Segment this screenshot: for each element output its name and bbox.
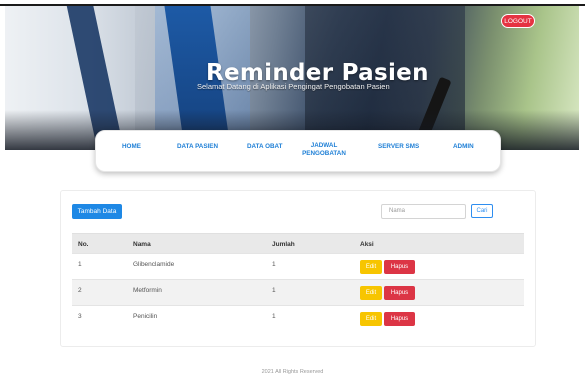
delete-button[interactable]: Hapus <box>384 260 415 274</box>
row-jumlah: 1 <box>272 313 276 320</box>
nav-data-obat[interactable]: DATA OBAT <box>247 143 282 151</box>
nav-admin[interactable]: ADMIN <box>453 143 474 151</box>
edit-button[interactable]: Edit <box>360 312 382 326</box>
nav-jadwal-pengobatan[interactable]: JADWAL PENGOBATAN <box>294 142 354 158</box>
table-header: No. Nama Jumlah Aksi <box>72 233 524 253</box>
table-row: 1 Glibenclamide 1 Edit Hapus <box>72 253 524 279</box>
table-row: 2 Metformin 1 Edit Hapus <box>72 279 524 305</box>
search-button[interactable]: Cari <box>471 204 493 218</box>
header-no: No. <box>78 241 89 248</box>
delete-button[interactable]: Hapus <box>384 312 415 326</box>
header-aksi: Aksi <box>360 241 374 248</box>
footer-copyright: 2021 All Rights Reserved <box>261 369 324 375</box>
nav-data-pasien[interactable]: DATA PASIEN <box>177 143 218 151</box>
nav-home[interactable]: HOME <box>122 143 141 151</box>
page-subtitle: Selamat Datang di Aplikasi Pengingat Pen… <box>197 82 390 91</box>
row-no: 1 <box>78 261 82 268</box>
medicine-table: No. Nama Jumlah Aksi 1 Glibenclamide 1 E… <box>72 233 524 331</box>
table-row: 3 Penicilin 1 Edit Hapus <box>72 305 524 331</box>
delete-button[interactable]: Hapus <box>384 286 415 300</box>
row-no: 3 <box>78 313 82 320</box>
add-data-button[interactable]: Tambah Data <box>72 204 122 219</box>
nav-server-sms[interactable]: SERVER SMS <box>378 143 419 151</box>
header-nama: Nama <box>133 241 151 248</box>
row-nama: Metformin <box>133 287 162 294</box>
row-nama: Glibenclamide <box>133 261 175 268</box>
row-no: 2 <box>78 287 82 294</box>
edit-button[interactable]: Edit <box>360 286 382 300</box>
search-input[interactable]: Nama <box>381 204 466 219</box>
logout-button[interactable]: LOGOUT <box>501 14 535 28</box>
row-nama: Penicilin <box>133 313 158 320</box>
row-jumlah: 1 <box>272 287 276 294</box>
top-border <box>0 0 585 6</box>
edit-button[interactable]: Edit <box>360 260 382 274</box>
main-navbar: HOME DATA PASIEN DATA OBAT JADWAL PENGOB… <box>95 130 501 172</box>
header-jumlah: Jumlah <box>272 241 295 248</box>
row-jumlah: 1 <box>272 261 276 268</box>
